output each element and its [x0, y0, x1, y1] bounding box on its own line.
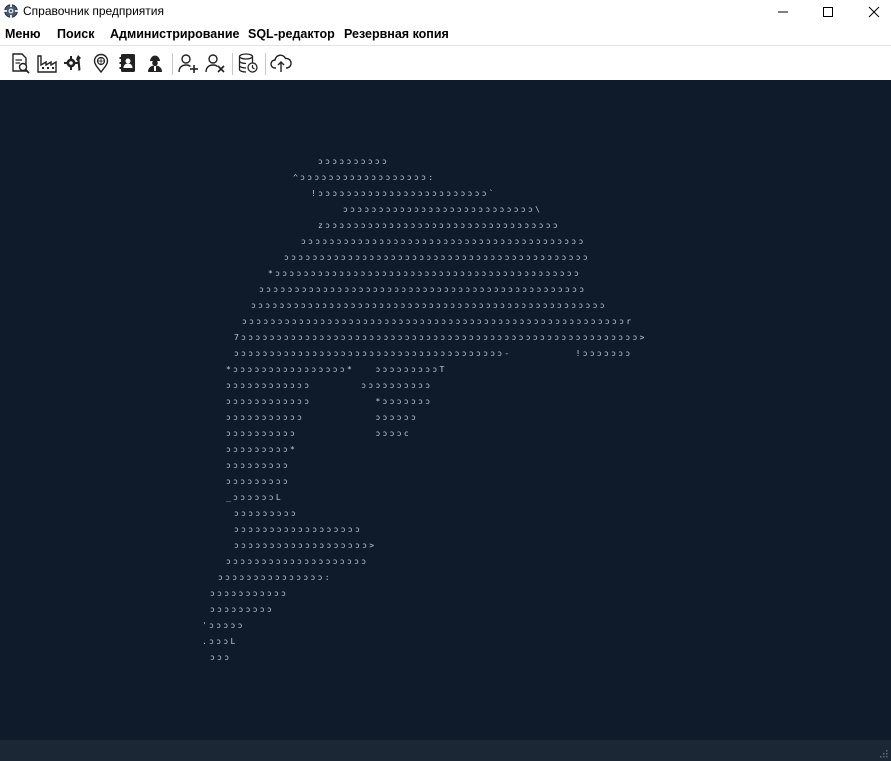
- ascii-art-line: ɔɔɔɔɔɔɔɔɔɔɔɔɔɔɔɔɔɔ: [234, 525, 363, 534]
- tool-address-book[interactable]: [116, 51, 140, 75]
- add-user-icon: [178, 54, 198, 73]
- tool-location[interactable]: [89, 51, 113, 75]
- search-document-icon: [12, 53, 30, 74]
- ascii-art-line: ɔɔɔ: [210, 653, 232, 662]
- tool-settings[interactable]: [62, 51, 86, 75]
- menu-bar: Меню Поиск Администрирование SQL-редакто…: [0, 23, 891, 45]
- toolbar-separator: [172, 53, 173, 75]
- ascii-art-line: 7ɔɔɔɔɔɔɔɔɔɔɔɔɔɔɔɔɔɔɔɔɔɔɔɔɔɔɔɔɔɔɔɔɔɔɔɔɔɔɔ…: [234, 333, 647, 342]
- toolbar: [0, 45, 891, 80]
- remove-user-icon: [205, 54, 225, 73]
- ascii-art-line: ɔɔɔɔɔɔɔɔɔ: [234, 509, 299, 518]
- menu-item-search[interactable]: Поиск: [57, 27, 95, 41]
- ascii-art-line: ɔɔɔɔɔɔɔɔɔ: [226, 477, 291, 486]
- close-button[interactable]: [851, 0, 891, 23]
- ascii-art-line: ɔɔɔɔɔɔɔɔɔɔɔɔɔɔɔɔɔɔɔɔɔɔɔɔɔɔɔɔɔɔɔɔɔɔɔɔɔɔɔɔ…: [242, 317, 634, 326]
- tool-database-history[interactable]: [236, 51, 260, 75]
- title-bar: Справочник предприятия: [0, 0, 891, 23]
- tool-search-document[interactable]: [8, 51, 32, 75]
- ascii-art-line: ɔɔɔɔɔɔɔɔɔɔ ɔɔɔɔc: [226, 429, 412, 438]
- menu-item-administration[interactable]: Администрирование: [110, 27, 239, 41]
- close-icon: [868, 6, 880, 17]
- ascii-art-line: ^ɔɔɔɔɔɔɔɔɔɔɔɔɔɔɔɔɔɔ:: [293, 173, 436, 182]
- ascii-art-line: ɔɔɔɔɔɔɔɔɔɔɔɔɔɔɔɔɔɔɔɔɔɔɔɔɔɔɔɔɔɔɔɔɔɔɔɔɔɔɔɔ: [301, 237, 586, 246]
- ascii-art-line: *ɔɔɔɔɔɔɔɔɔɔɔɔɔɔɔɔ* ɔɔɔɔɔɔɔɔɔT: [226, 365, 447, 374]
- maximize-button[interactable]: [805, 0, 851, 23]
- ascii-art-line: ɔɔɔɔɔɔɔɔɔɔɔɔɔɔɔɔɔɔɔɔɔɔɔɔɔɔɔ\: [343, 205, 543, 214]
- resize-grip-icon[interactable]: [878, 748, 888, 758]
- factory-icon: [37, 55, 57, 73]
- cloud-upload-icon: [270, 54, 292, 72]
- ascii-art-line: ɔɔɔɔɔɔɔɔɔɔɔɔɔɔɔɔɔɔɔɔɔɔɔɔɔɔɔɔɔɔɔɔɔɔɔɔɔɔɔɔ…: [284, 253, 591, 262]
- location-pin-icon: [93, 53, 109, 74]
- tool-cloud-backup[interactable]: [269, 51, 293, 75]
- ascii-art-line: ɔɔɔɔɔɔɔɔɔɔɔɔɔɔɔɔɔɔɔɔɔɔɔɔɔɔɔɔɔɔɔɔɔɔɔɔɔɔ- …: [234, 349, 633, 358]
- ascii-art-line: zɔɔɔɔɔɔɔɔɔɔɔɔɔɔɔɔɔɔɔɔɔɔɔɔɔɔɔɔɔɔɔɔɔ: [318, 221, 560, 230]
- ascii-art-line: ɔɔɔɔɔɔɔɔɔ: [226, 461, 291, 470]
- menu-item-backup[interactable]: Резервная копия: [344, 27, 449, 41]
- address-book-icon: [119, 54, 135, 72]
- tools-icon: [64, 55, 81, 71]
- ascii-art-line: *ɔɔɔɔɔɔɔɔɔɔɔɔɔɔɔɔɔɔɔɔɔɔɔɔɔɔɔɔɔɔɔɔɔɔɔɔɔɔɔ…: [268, 269, 582, 278]
- ascii-art-line: ɔɔɔɔɔɔɔɔɔ: [210, 605, 275, 614]
- ascii-art-line: ɔɔɔɔɔɔɔɔɔɔɔɔ ɔɔɔɔɔɔɔɔɔɔ: [226, 381, 433, 390]
- tool-employees[interactable]: [143, 51, 167, 75]
- ascii-art-line: _ɔɔɔɔɔɔL: [226, 493, 283, 502]
- ascii-art-line: !ɔɔɔɔɔɔɔɔɔɔɔɔɔɔɔɔɔɔɔɔɔɔɔɔ`: [311, 189, 497, 198]
- toolbar-separator: [232, 53, 233, 75]
- ascii-art-line: ɔɔɔɔɔɔɔɔɔɔ: [318, 157, 390, 166]
- ascii-art-line: 'ɔɔɔɔɔ: [202, 621, 245, 630]
- toolbar-separator: [265, 53, 266, 75]
- ascii-art-line: ɔɔɔɔɔɔɔɔɔɔɔɔɔɔɔɔɔɔɔɔɔɔɔɔɔɔɔɔɔɔɔɔɔɔɔɔɔɔɔɔ…: [251, 301, 607, 310]
- ascii-art-line: ɔɔɔɔɔɔɔɔɔɔɔɔɔɔɔɔɔɔɔɔɔɔɔɔɔɔɔɔɔɔɔɔɔɔɔɔɔɔɔɔ…: [259, 285, 587, 294]
- ascii-art-line: ɔɔɔɔɔɔɔɔɔɔɔ: [210, 589, 289, 598]
- tool-remove-user[interactable]: [203, 51, 227, 75]
- main-workspace: ɔɔɔɔɔɔɔɔɔɔ ^ɔɔɔɔɔɔɔɔɔɔɔɔɔɔɔɔɔɔ: !ɔɔɔɔɔɔɔ…: [0, 80, 891, 740]
- menu-item-sql-editor[interactable]: SQL-редактор: [248, 27, 335, 41]
- ascii-art: ɔɔɔɔɔɔɔɔɔɔ ^ɔɔɔɔɔɔɔɔɔɔɔɔɔɔɔɔɔɔ: !ɔɔɔɔɔɔɔ…: [0, 80, 891, 740]
- minimize-button[interactable]: [760, 0, 806, 23]
- ascii-art-line: ɔɔɔɔɔɔɔɔɔɔɔɔɔɔɔɔɔɔɔɔ: [226, 557, 369, 566]
- worker-icon: [148, 55, 162, 72]
- ascii-art-line: .ɔɔɔL: [202, 637, 238, 646]
- tool-add-user[interactable]: [176, 51, 200, 75]
- ascii-art-line: ɔɔɔɔɔɔɔɔɔɔɔɔɔɔɔɔɔɔɔ>: [234, 541, 377, 550]
- ascii-art-line: ɔɔɔɔɔɔɔɔɔɔɔɔɔɔɔ:: [218, 573, 332, 582]
- maximize-icon: [823, 6, 833, 17]
- window-title: Справочник предприятия: [23, 4, 164, 18]
- ascii-art-line: ɔɔɔɔɔɔɔɔɔɔɔ ɔɔɔɔɔɔ: [226, 413, 419, 422]
- database-clock-icon: [238, 53, 258, 73]
- gear-app-icon: [4, 4, 18, 18]
- menu-item-menu[interactable]: Меню: [5, 27, 41, 41]
- ascii-art-line: ɔɔɔɔɔɔɔɔɔ*: [226, 445, 298, 454]
- minimize-icon: [778, 11, 788, 12]
- ascii-art-line: ɔɔɔɔɔɔɔɔɔɔɔɔ *ɔɔɔɔɔɔɔ: [226, 397, 433, 406]
- status-bar: [0, 740, 891, 761]
- tool-factory[interactable]: [35, 51, 59, 75]
